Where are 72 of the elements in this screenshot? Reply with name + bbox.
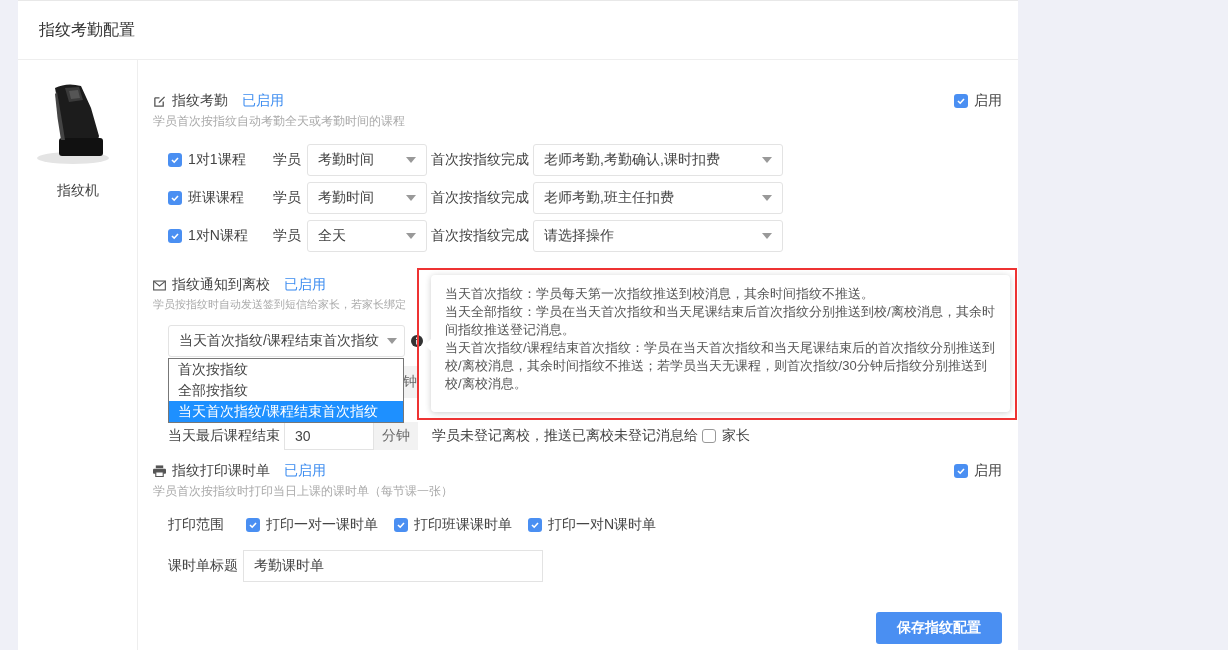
checkbox-label: 打印班课课时单 [414,516,512,534]
select-field[interactable]: 当天首次指纹/课程结束首次指纹 [168,325,405,357]
field-label: 当天最后课程结束 [168,427,280,445]
checkmark-icon [248,520,258,530]
field-label: 学员 [273,189,301,207]
info-icon[interactable] [411,335,423,347]
caret-icon [762,195,772,201]
page-title: 指纹考勤配置 [39,19,135,40]
section-title: 指纹打印课时单 [172,462,270,480]
select-field[interactable]: 老师考勤,考勤确认,课时扣费 [533,144,783,176]
select-field[interactable]: 全天 [307,220,427,252]
checkbox[interactable] [394,518,408,532]
caret-icon [386,338,397,344]
device-label: 指纹机 [56,182,99,200]
dropdown-option[interactable]: 全部按指纹 [169,380,403,401]
status-label: 已启用 [284,276,326,294]
checkmark-icon [530,520,540,530]
status-label: 已启用 [284,462,326,480]
checkbox-label: 家长 [722,427,750,445]
checkbox[interactable] [954,94,968,108]
checkbox[interactable] [168,153,182,167]
select-field[interactable]: 考勤时间 [307,144,427,176]
checkmark-icon [170,231,180,241]
field-label: 首次按指纹完成 [431,189,529,207]
checkbox[interactable] [246,518,260,532]
checkbox[interactable] [702,429,716,443]
section-description: 学员首次按指纹时打印当日上课的课时单（每节课一张） [153,483,453,500]
checkbox-label: 打印一对一课时单 [266,516,378,534]
checkmark-icon [170,193,180,203]
tooltip-text: 当天首次指纹：学员每天第一次指纹推送到校消息，其余时间指纹不推送。 [445,285,875,303]
caret-icon [762,157,772,163]
section-title: 指纹通知到离校 [172,276,270,294]
select-field[interactable]: 老师考勤,班主任扣费 [533,182,783,214]
field-label: 首次按指纹完成 [431,151,529,169]
tooltip-text: 当天全部指纹：学员在当天首次指纹和当天尾课结束后首次指纹分别推送到校/离校消息，其余时间指纹推送登记消息。 [445,303,996,339]
caret-icon [406,195,416,201]
field-label: 打印范围 [168,516,225,534]
checkbox-label: 1对1课程 [188,151,246,169]
edit-icon [153,94,166,108]
checkbox-label: 启用 [974,92,1002,110]
checkmark-icon [956,466,966,476]
field-label: 首次按指纹完成 [431,227,529,245]
field-label: 学员未登记离校，推送已离校未登记消息给 [432,427,698,445]
checkbox-label: 启用 [974,462,1002,480]
checkbox-label: 班课课程 [188,189,244,207]
caret-icon [406,157,416,163]
checkbox[interactable] [168,229,182,243]
checkmark-icon [396,520,406,530]
checkbox[interactable] [528,518,542,532]
field-label: 课时单标题 [168,557,238,575]
caret-icon [762,233,772,239]
checkbox-label: 打印一对N课时单 [548,516,657,534]
section-description: 学员首次按指纹自动考勤全天或考勤时间的课程 [153,113,405,130]
checkbox[interactable] [954,464,968,478]
select-field[interactable]: 考勤时间 [307,182,427,214]
field-label: 学员 [273,227,301,245]
checkbox-label: 1对N课程 [188,227,248,245]
tooltip-text: 当天首次指纹/课程结束首次指纹：学员在当天首次指纹和当天尾课结束后的首次指纹分别推送到校/离校消息，其余时间指纹不推送；若学员当天无课程，则首次指纹/30分钟后指纹分别推送到校/离校消息。 [445,339,996,393]
status-label: 已启用 [242,92,284,110]
input-addon: 分钟 [374,422,418,450]
caret-icon [406,233,416,239]
checkmark-icon [170,155,180,165]
printer-icon [153,465,166,477]
input-field[interactable]: 考勤课时单 [243,550,543,582]
section-title: 指纹考勤 [172,92,228,110]
select-field[interactable]: 请选择操作 [533,220,783,252]
mail-icon [153,279,166,291]
dropdown-option[interactable]: 首次按指纹 [169,359,403,380]
section-description: 学员按指纹时自动发送签到短信给家长，若家长绑定 [153,297,406,312]
field-label: 学员 [273,151,301,169]
checkmark-icon [956,96,966,106]
checkbox[interactable] [168,191,182,205]
